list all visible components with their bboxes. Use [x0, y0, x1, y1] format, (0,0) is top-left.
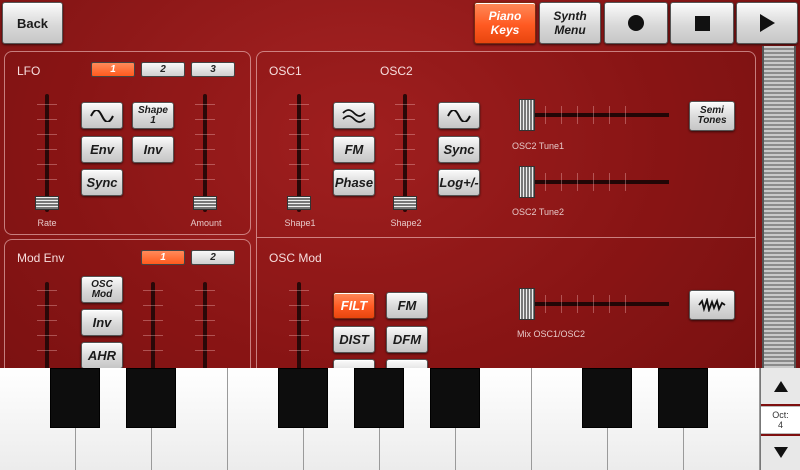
osc-log-button[interactable]: Log+/- [438, 169, 480, 196]
mod-env-tab-1[interactable]: 1 [141, 250, 185, 265]
lfo-amount-slider[interactable] [193, 94, 217, 212]
osc-panel: OSC1 OSC2 Shape1 FM Phase Shape2 Sync Lo… [256, 51, 756, 237]
osc-sync-button[interactable]: Sync [438, 136, 480, 163]
back-button[interactable]: Back [2, 2, 63, 44]
lfo-sync-button[interactable]: Sync [81, 169, 123, 196]
mod-env-panel: Mod Env 1 2 OSC Mod Inv AHR [4, 239, 251, 379]
lfo-rate-slider[interactable] [35, 94, 59, 212]
osc-mod-panel: OSC Mod FILT FM DIST DFM Mix OSC1/OSC2 [256, 237, 756, 386]
semitones-button[interactable]: Semi Tones [689, 101, 735, 131]
lfo-tab-1[interactable]: 1 [91, 62, 135, 77]
osc-mod-fm-button[interactable]: FM [386, 292, 428, 319]
osc2-title: OSC2 [380, 64, 413, 78]
black-key[interactable] [278, 368, 328, 428]
osc-fm-button[interactable]: FM [333, 136, 375, 163]
black-key[interactable] [658, 368, 708, 428]
osc-mod-slider[interactable] [287, 282, 311, 372]
black-key[interactable] [354, 368, 404, 428]
arrow-up-icon [773, 380, 788, 392]
osc2-tune1-label: OSC2 Tune1 [512, 141, 565, 151]
osc2-waveform-button[interactable] [438, 102, 480, 129]
sine-wave-icon [447, 109, 471, 122]
lfo-waveform-button[interactable] [81, 102, 123, 129]
mod-env-slider-1[interactable] [35, 282, 59, 372]
lfo-tab-2[interactable]: 2 [141, 62, 185, 77]
stop-icon [694, 15, 710, 31]
sine-wave-icon [90, 109, 114, 122]
lfo-env-button[interactable]: Env [81, 136, 123, 163]
osc-phase-button[interactable]: Phase [333, 169, 375, 196]
mod-env-title: Mod Env [17, 251, 65, 265]
lfo-shape-button[interactable]: Shape 1 [132, 102, 174, 129]
noise-wave-icon [698, 298, 726, 312]
mod-env-slider-2[interactable] [141, 282, 165, 372]
octave-up-button[interactable] [761, 372, 800, 400]
black-key[interactable] [126, 368, 176, 428]
osc1-title: OSC1 [269, 64, 302, 78]
black-key[interactable] [430, 368, 480, 428]
lfo-amount-label: Amount [190, 218, 222, 228]
octave-panel: Oct: 4 [760, 368, 800, 470]
play-button[interactable] [736, 2, 798, 44]
octave-label-text: Oct: [772, 410, 789, 420]
mix-osc-label: Mix OSC1/OSC2 [517, 329, 586, 339]
arrow-down-icon [773, 446, 788, 458]
top-toolbar: Back Piano Keys Synth Menu [0, 0, 800, 48]
piano-keyboard [0, 368, 760, 470]
dist-button[interactable]: DIST [333, 326, 375, 353]
osc2-shape-slider[interactable] [393, 94, 417, 212]
osc2-tune2-label: OSC2 Tune2 [512, 207, 565, 217]
octave-label: Oct: 4 [761, 406, 800, 434]
record-icon [628, 15, 644, 31]
filt-button[interactable]: FILT [333, 292, 375, 319]
mix-osc-slider[interactable] [519, 288, 669, 320]
piano-keys-button[interactable]: Piano Keys [474, 2, 536, 44]
lfo-title: LFO [17, 64, 41, 78]
osc-mod-title: OSC Mod [269, 251, 322, 265]
stop-button[interactable] [670, 2, 734, 44]
lfo-inv-button[interactable]: Inv [132, 136, 174, 163]
play-icon [759, 14, 775, 32]
black-key[interactable] [50, 368, 100, 428]
mod-env-inv-button[interactable]: Inv [81, 309, 123, 336]
dfm-button[interactable]: DFM [386, 326, 428, 353]
mod-env-tab-2[interactable]: 2 [191, 250, 235, 265]
lfo-tab-3[interactable]: 3 [191, 62, 235, 77]
noise-wave-button[interactable] [689, 290, 735, 320]
record-button[interactable] [604, 2, 668, 44]
osc2-tune2-slider[interactable] [519, 166, 669, 198]
osc1-shape-slider[interactable] [287, 94, 311, 212]
lfo-rate-label: Rate [37, 218, 57, 228]
ahr-button[interactable]: AHR [81, 342, 123, 369]
black-key[interactable] [582, 368, 632, 428]
osc2-tune1-slider[interactable] [519, 99, 669, 131]
mod-env-slider-3[interactable] [193, 282, 217, 372]
panel-scrollbar[interactable] [762, 46, 796, 368]
osc-mod-button[interactable]: OSC Mod [81, 276, 123, 303]
shape1-label: Shape1 [284, 218, 316, 228]
double-wave-icon [342, 108, 366, 123]
octave-value: 4 [777, 420, 783, 430]
osc1-waveform-button[interactable] [333, 102, 375, 129]
synth-menu-button[interactable]: Synth Menu [539, 2, 601, 44]
shape2-label: Shape2 [390, 218, 422, 228]
octave-down-button[interactable] [761, 438, 800, 466]
lfo-panel: LFO 1 2 3 Rate Shape 1 Env Inv Sync Amou… [4, 51, 251, 235]
